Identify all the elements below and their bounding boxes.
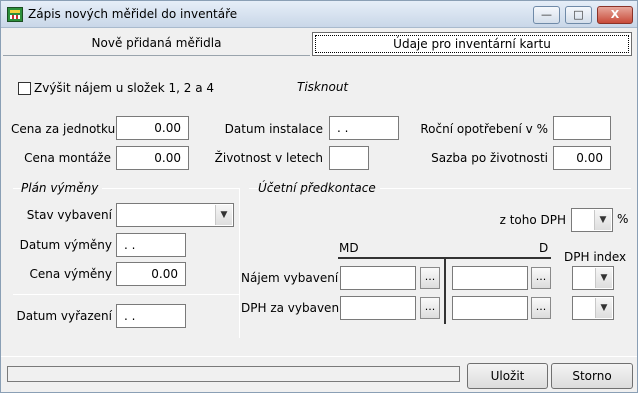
z-toho-dph-label: z toho DPH [499,213,566,227]
app-icon [7,7,23,22]
main-window: Zápis nových měřidel do inventáře — □ X … [0,0,638,393]
md-d-separator [444,259,446,324]
cena-montaze-label: Cena montáže [24,151,111,165]
zivotnost-label: Životnost v letech [214,151,323,165]
tisknout-label[interactable]: Tisknout [297,80,348,94]
cancel-button[interactable]: Storno [551,363,633,389]
stav-vybaveni-select[interactable]: ▼ [116,203,234,227]
najem-d-browse-button[interactable]: ... [531,267,551,289]
najem-dph-index-select[interactable]: ▼ [572,266,614,290]
group-divider-vertical [239,188,240,338]
md-header: MD [339,241,359,255]
cena-za-jednotku-input[interactable]: 0.00 [116,116,189,140]
dph-md-input[interactable] [340,296,416,320]
dph-index-header: DPH index [564,250,627,264]
window-title: Zápis nových měřidel do inventáře [28,7,238,21]
datum-vymeny-label: Datum výměny [19,238,112,252]
cena-montaze-input[interactable]: 0.00 [116,146,189,170]
rocni-opotrebeni-label: Roční opotřebení v % [420,122,548,136]
title-bar: Zápis nových měřidel do inventáře — □ X [1,1,637,28]
d-header: D [539,241,549,255]
tab-udaje-pro-inventarni-kartu[interactable]: Údaje pro inventární kartu [312,32,632,56]
save-button[interactable]: Uložit [467,363,548,389]
cena-za-jednotku-label: Cena za jednotku [11,122,116,136]
footer-divider [1,356,637,357]
zvysit-najem-checkbox[interactable] [18,82,31,95]
datum-instalace-label: Datum instalace [224,122,323,136]
minimize-button[interactable]: — [533,6,560,24]
zivotnost-input[interactable] [329,146,369,170]
chevron-down-icon[interactable]: ▼ [215,205,232,225]
tab-nove-pridana-meridla[interactable]: Nově přidaná měřidla [3,32,310,56]
tab-label: Údaje pro inventární kartu [315,35,629,53]
najem-md-browse-button[interactable]: ... [420,267,440,289]
datum-vymeny-input[interactable]: . . [116,233,186,257]
sazba-input[interactable]: 0.00 [553,146,611,170]
sazba-label: Sazba po životnosti [431,151,548,165]
plan-bottom-divider [13,294,239,295]
cena-vymeny-label: Cena výměny [29,267,112,281]
dph-dph-index-select[interactable]: ▼ [572,296,614,320]
dph-d-browse-button[interactable]: ... [531,297,551,319]
datum-vyrazeni-label: Datum vyřazení [16,309,112,323]
chevron-down-icon[interactable]: ▼ [595,298,612,318]
maximize-button[interactable]: □ [565,6,592,24]
zvysit-najem-label: Zvýšit nájem u složek 1, 2 a 4 [34,81,215,95]
ucetni-predkontace-title: Účetní předkontace [258,181,380,195]
najem-md-input[interactable] [340,266,416,290]
cena-vymeny-input[interactable]: 0.00 [116,262,186,286]
rocni-opotrebeni-input[interactable] [553,116,611,140]
chevron-down-icon[interactable]: ▼ [595,268,612,288]
najem-vybaveni-label: Nájem vybavení [241,271,339,285]
najem-d-input[interactable] [452,266,528,290]
plan-vymeny-title: Plán výměny [21,181,103,195]
datum-instalace-input[interactable]: . . [329,116,399,140]
datum-vyrazeni-input[interactable]: . . [116,304,186,328]
chevron-down-icon[interactable]: ▼ [594,210,611,230]
dph-d-input[interactable] [452,296,528,320]
percent-unit: % [617,212,629,226]
z-toho-dph-select[interactable]: ▼ [571,208,613,232]
close-button[interactable]: X [597,6,633,24]
status-bar [7,366,460,382]
dph-md-browse-button[interactable]: ... [420,297,440,319]
dph-za-vybaveni-label: DPH za vybavení [241,301,343,315]
stav-vybaveni-label: Stav vybavení [26,208,112,222]
